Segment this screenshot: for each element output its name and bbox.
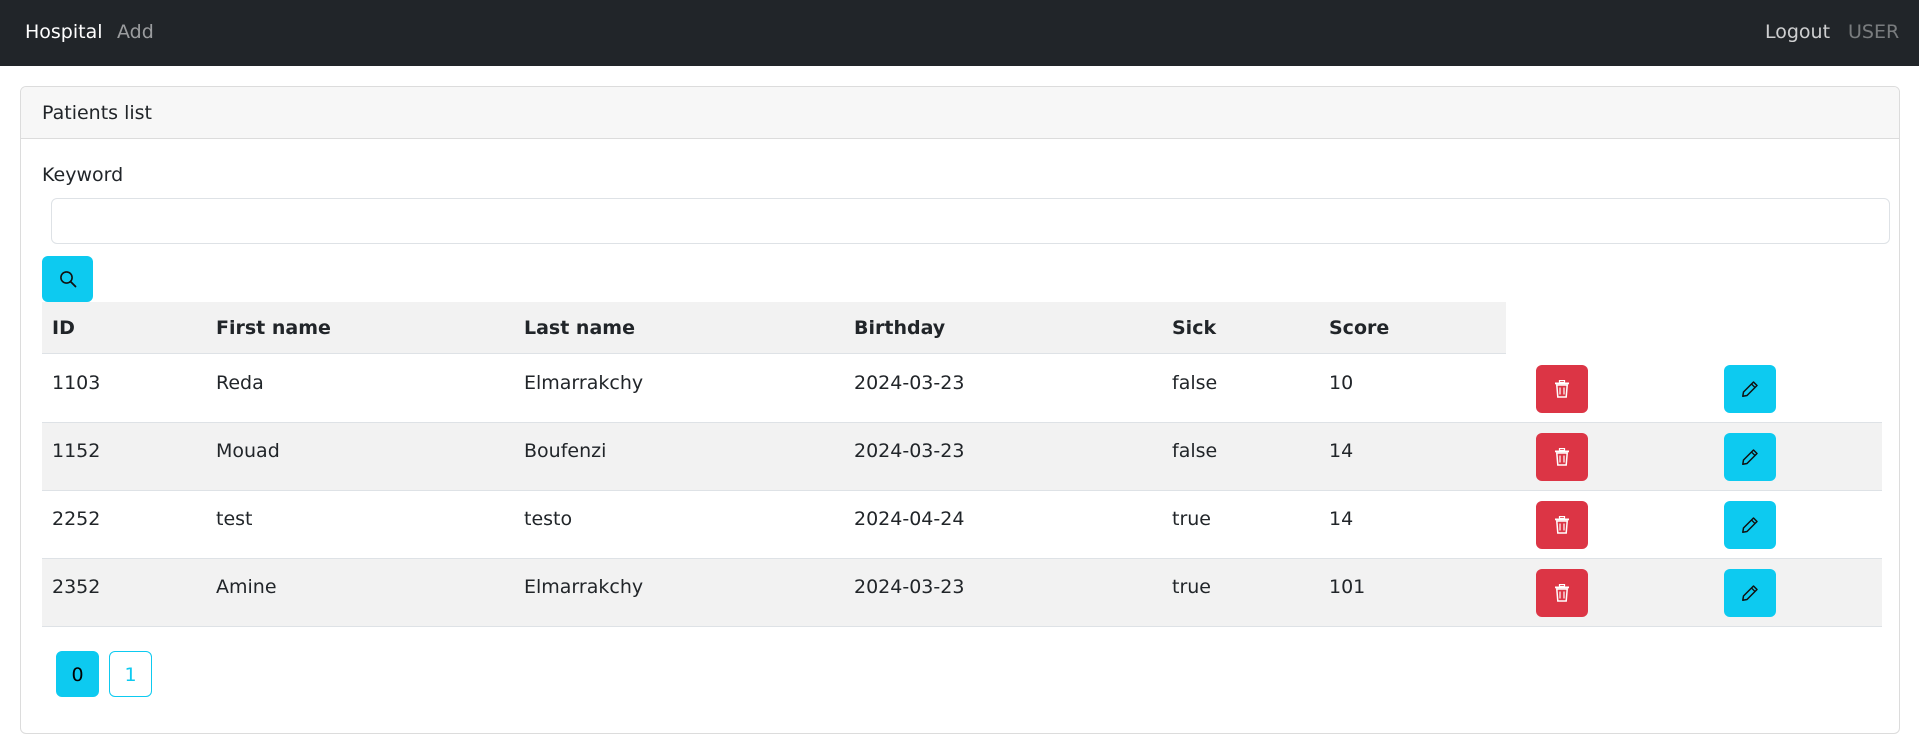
keyword-input[interactable]	[51, 198, 1890, 244]
table-header-row: ID First name Last name Birthday Sick Sc…	[42, 302, 1506, 354]
card-title: Patients list	[42, 102, 153, 124]
cell-last-name: Elmarrakchy	[524, 576, 644, 598]
trash-icon	[1554, 380, 1570, 398]
cell-sick: true	[1172, 576, 1211, 598]
cell-first-name: test	[216, 508, 253, 530]
cell-first-name: Reda	[216, 372, 264, 394]
cell-id: 2252	[52, 508, 101, 530]
trash-icon	[1554, 584, 1570, 602]
pencil-icon	[1741, 380, 1759, 398]
search-button[interactable]	[42, 256, 93, 302]
cell-id: 1103	[52, 372, 101, 394]
cell-birthday: 2024-03-23	[854, 576, 965, 598]
logout-link[interactable]: Logout	[1765, 20, 1830, 44]
page-button-0[interactable]: 0	[56, 651, 99, 697]
brand-link[interactable]: Hospital	[25, 20, 103, 44]
cell-id: 2352	[52, 576, 101, 598]
delete-button[interactable]	[1536, 569, 1588, 617]
card-header: Patients list	[21, 87, 1899, 139]
cell-score: 10	[1329, 372, 1354, 394]
user-link[interactable]: USER	[1848, 20, 1899, 44]
cell-score: 101	[1329, 576, 1366, 598]
header-birthday: Birthday	[854, 317, 946, 339]
cell-first-name: Mouad	[216, 440, 280, 462]
edit-button[interactable]	[1724, 569, 1776, 617]
cell-last-name: testo	[524, 508, 573, 530]
top-navbar: Hospital Add Logout USER	[0, 0, 1919, 66]
delete-button[interactable]	[1536, 433, 1588, 481]
header-first-name: First name	[216, 317, 331, 339]
cell-last-name: Boufenzi	[524, 440, 607, 462]
patients-card: Patients list Keyword ID First name Last…	[20, 86, 1900, 734]
pencil-icon	[1741, 584, 1759, 602]
edit-button[interactable]	[1724, 365, 1776, 413]
cell-sick: true	[1172, 508, 1211, 530]
header-sick: Sick	[1172, 317, 1217, 339]
cell-score: 14	[1329, 508, 1354, 530]
edit-button[interactable]	[1724, 433, 1776, 481]
table-row: 1103 Reda Elmarrakchy 2024-03-23 false 1…	[42, 355, 1882, 423]
cell-score: 14	[1329, 440, 1354, 462]
table-row: 2352 Amine Elmarrakchy 2024-03-23 true 1…	[42, 559, 1882, 627]
pencil-icon	[1741, 516, 1759, 534]
delete-button[interactable]	[1536, 365, 1588, 413]
table-row: 1152 Mouad Boufenzi 2024-03-23 false 14	[42, 423, 1882, 491]
header-score: Score	[1329, 317, 1390, 339]
search-icon	[59, 270, 77, 288]
cell-sick: false	[1172, 372, 1218, 394]
delete-button[interactable]	[1536, 501, 1588, 549]
pencil-icon	[1741, 448, 1759, 466]
table-row: 2252 test testo 2024-04-24 true 14	[42, 491, 1882, 559]
header-last-name: Last name	[524, 317, 635, 339]
cell-birthday: 2024-03-23	[854, 440, 965, 462]
table-body: 1103 Reda Elmarrakchy 2024-03-23 false 1…	[42, 355, 1882, 627]
cell-birthday: 2024-03-23	[854, 372, 965, 394]
nav-add-link[interactable]: Add	[117, 20, 154, 44]
trash-icon	[1554, 448, 1570, 466]
cell-id: 1152	[52, 440, 101, 462]
cell-birthday: 2024-04-24	[854, 508, 965, 530]
keyword-label: Keyword	[42, 164, 124, 186]
cell-last-name: Elmarrakchy	[524, 372, 644, 394]
page-button-1[interactable]: 1	[109, 651, 152, 697]
header-id: ID	[52, 317, 75, 339]
cell-sick: false	[1172, 440, 1218, 462]
cell-first-name: Amine	[216, 576, 277, 598]
trash-icon	[1554, 516, 1570, 534]
edit-button[interactable]	[1724, 501, 1776, 549]
